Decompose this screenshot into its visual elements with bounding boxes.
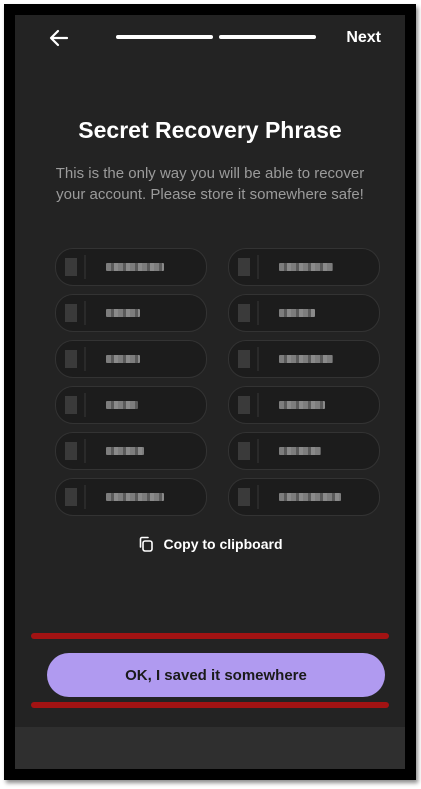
phrase-word bbox=[55, 340, 207, 378]
progress-segment bbox=[116, 35, 213, 39]
page-title: Secret Recovery Phrase bbox=[78, 117, 342, 143]
word-index-redacted bbox=[65, 304, 77, 322]
word-index-redacted bbox=[238, 396, 250, 414]
bottom-bar bbox=[15, 727, 405, 769]
word-index-redacted bbox=[238, 488, 250, 506]
word-redacted bbox=[106, 493, 164, 501]
phrase-word bbox=[55, 478, 207, 516]
word-index-redacted bbox=[238, 442, 250, 460]
phrase-word bbox=[55, 294, 207, 332]
word-redacted bbox=[106, 447, 144, 455]
word-redacted bbox=[279, 263, 333, 271]
divider bbox=[257, 301, 259, 325]
recovery-phrase-grid bbox=[55, 248, 380, 516]
phrase-word bbox=[55, 386, 207, 424]
divider bbox=[84, 485, 86, 509]
phrase-word bbox=[55, 432, 207, 470]
word-index-redacted bbox=[65, 258, 77, 276]
word-index-redacted bbox=[65, 350, 77, 368]
word-redacted bbox=[106, 263, 164, 271]
annotation-red-line bbox=[31, 702, 389, 708]
phrase-word bbox=[228, 478, 380, 516]
word-redacted bbox=[279, 355, 333, 363]
page-subtitle: This is the only way you will be able to… bbox=[55, 165, 365, 203]
divider bbox=[84, 439, 86, 463]
phrase-word bbox=[228, 294, 380, 332]
word-redacted bbox=[279, 447, 321, 455]
divider bbox=[257, 255, 259, 279]
word-index-redacted bbox=[65, 396, 77, 414]
divider bbox=[84, 255, 86, 279]
phrase-word bbox=[228, 386, 380, 424]
word-redacted bbox=[106, 401, 138, 409]
word-redacted bbox=[106, 309, 140, 317]
word-redacted bbox=[106, 355, 140, 363]
divider bbox=[257, 439, 259, 463]
phrase-word bbox=[55, 248, 207, 286]
word-index-redacted bbox=[238, 258, 250, 276]
progress-segment bbox=[219, 35, 316, 39]
copy-to-clipboard-button[interactable]: Copy to clipboard bbox=[15, 533, 405, 555]
word-redacted bbox=[279, 493, 341, 501]
copy-label: Copy to clipboard bbox=[163, 536, 283, 552]
top-nav: Next bbox=[15, 15, 405, 61]
divider bbox=[84, 301, 86, 325]
back-arrow-icon[interactable] bbox=[49, 29, 69, 47]
phrase-word bbox=[228, 432, 380, 470]
annotation-red-line bbox=[31, 633, 389, 639]
progress-indicator bbox=[116, 35, 316, 39]
word-redacted bbox=[279, 309, 315, 317]
divider bbox=[257, 393, 259, 417]
copy-icon bbox=[139, 536, 153, 552]
divider bbox=[84, 393, 86, 417]
word-index-redacted bbox=[65, 488, 77, 506]
phrase-word bbox=[228, 248, 380, 286]
app-screen: Next Secret Recovery Phrase This is the … bbox=[15, 15, 405, 769]
divider bbox=[257, 485, 259, 509]
word-index-redacted bbox=[65, 442, 77, 460]
phone-frame: Next Secret Recovery Phrase This is the … bbox=[4, 4, 416, 780]
word-redacted bbox=[279, 401, 325, 409]
divider bbox=[84, 347, 86, 371]
divider bbox=[257, 347, 259, 371]
word-index-redacted bbox=[238, 304, 250, 322]
confirm-saved-button[interactable]: OK, I saved it somewhere bbox=[47, 653, 385, 697]
word-index-redacted bbox=[238, 350, 250, 368]
phrase-word bbox=[228, 340, 380, 378]
next-button[interactable]: Next bbox=[346, 29, 381, 47]
